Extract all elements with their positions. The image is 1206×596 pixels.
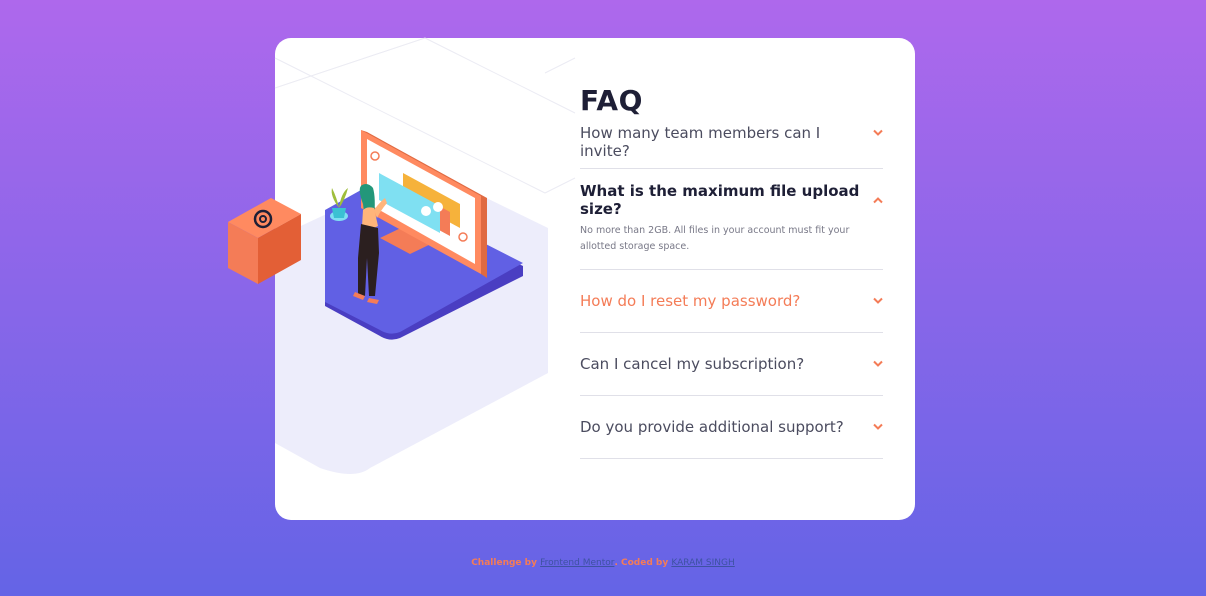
author-link[interactable]: KARAM SINGH — [671, 558, 734, 568]
faq-item: How many team members can I invite? — [580, 120, 883, 169]
faq-question-button[interactable]: How do I reset my password? — [580, 270, 883, 332]
faq-item: Can I cancel my subscription? — [580, 333, 883, 396]
faq-question: Can I cancel my subscription? — [580, 355, 805, 373]
faq-question: Do you provide additional support? — [580, 418, 844, 436]
footer-middle: . Coded by — [614, 558, 669, 568]
chevron-down-icon — [873, 297, 883, 304]
faq-item: What is the maximum file upload size? No… — [580, 169, 883, 270]
faq-question-button[interactable]: Do you provide additional support? — [580, 396, 883, 458]
faq-answer: No more than 2GB. All files in your acco… — [580, 225, 850, 252]
chevron-down-icon — [873, 360, 883, 367]
chevron-down-icon — [873, 129, 883, 136]
frontend-mentor-link[interactable]: Frontend Mentor — [540, 558, 614, 568]
faq-question: How many team members can I invite? — [580, 124, 821, 160]
faq-section: FAQ How many team members can I invite? … — [580, 82, 883, 459]
faq-question: How do I reset my password? — [580, 292, 801, 310]
chevron-up-icon — [873, 197, 883, 204]
faq-question: What is the maximum file upload size? — [580, 182, 860, 218]
chevron-down-icon — [873, 423, 883, 430]
faq-question-button[interactable]: What is the maximum file upload size? — [580, 169, 883, 231]
faq-question-button[interactable]: Can I cancel my subscription? — [580, 333, 883, 395]
faq-item: How do I reset my password? — [580, 270, 883, 333]
footer-prefix: Challenge by — [471, 558, 537, 568]
faq-list: How many team members can I invite? What… — [580, 120, 883, 459]
faq-title: FAQ — [580, 84, 643, 117]
faq-card: FAQ How many team members can I invite? … — [228, 37, 915, 520]
faq-item: Do you provide additional support? — [580, 396, 883, 459]
faq-question-button[interactable]: How many team members can I invite? — [580, 120, 883, 168]
attribution-footer: Challenge by Frontend Mentor. Coded by K… — [0, 558, 1206, 568]
